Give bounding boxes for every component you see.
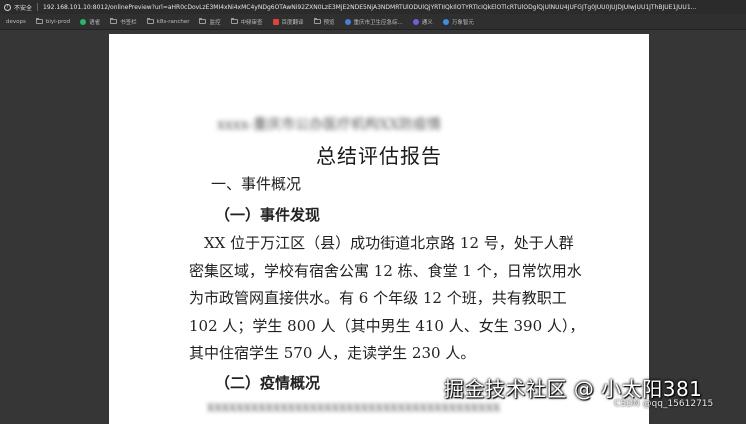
subsection-heading: （二）疫情概况 (215, 374, 321, 392)
bookmark-label: 通义 (421, 19, 433, 26)
bookmark-yuque[interactable]: 语雀 (80, 18, 100, 26)
folder-icon (199, 18, 207, 24)
folder-icon (313, 18, 321, 24)
bookmark-k8s-rancher[interactable]: k8s-rancher (146, 18, 190, 25)
document-page: xxxx-重庆市公办医疗机构XX防疫情 总结评估报告 一、事件概况 （一）事件发… (109, 34, 649, 424)
watermark-main: 掘金技术社区 @ 小太阳381 (444, 377, 703, 401)
bookmark-preview[interactable]: 预览 (313, 18, 335, 26)
warning-icon: ! (4, 3, 11, 11)
paragraph-line: XX 位于万江区（县）成功街道北京路 12 号，处于人群 (189, 234, 574, 252)
bookmark-label: k8s-rancher (156, 18, 190, 25)
folder-icon (146, 18, 154, 24)
obscured-line: xxxxxxxxxxxxxxxxxxxxxxxxxxxxxxxxxxxxxxxx (207, 400, 501, 415)
bookmark-baidu-translate[interactable]: 百度翻译 (272, 18, 304, 26)
bookmark-label: 语雀 (89, 19, 101, 26)
bookmark-devops[interactable]: devops (6, 19, 26, 25)
bookmark-label: 书签栏 (120, 19, 137, 26)
person-icon (344, 18, 351, 25)
folder-icon (110, 18, 118, 24)
bookmark-label: 万象智元 (451, 19, 474, 26)
paragraph-line: 102 人；学生 800 人（其中男生 410 人、女生 390 人）， (189, 316, 585, 335)
folder-icon (230, 18, 238, 24)
bookmark-label: devops (6, 18, 26, 25)
security-label: 不安全 (14, 4, 33, 12)
bookmark-bookmarks-folder[interactable]: 书签栏 (110, 18, 137, 26)
bookmark-label: 监控 (209, 19, 221, 26)
url-text[interactable]: 192.168.101.10:8012/onlinePreview?url=aH… (43, 4, 696, 11)
bookmark-wanxiang[interactable]: 万象智元 (442, 18, 474, 26)
baidu-translate-icon (272, 18, 279, 25)
subsection-heading: （一）事件发现 (215, 206, 321, 224)
bookmark-label: 重庆市卫生应急综... (353, 19, 403, 26)
yuque-icon (80, 18, 87, 25)
paragraph-line: 其中住宿学生 570 人，走读学生 230 人。 (189, 344, 476, 362)
bookmark-label: 百度翻译 (281, 19, 304, 26)
security-indicator[interactable]: ! 不安全 (0, 3, 32, 12)
bookmark-monitor[interactable]: 监控 (199, 18, 221, 26)
paragraph: XX 位于万江区（县）成功街道北京路 12 号，处于人群 密集区域，学校有宿舍公… (189, 230, 589, 368)
watermark-sub: CSDN @qq_15612715 (614, 399, 714, 409)
bookmarks-bar: devops biyi-prod 语雀 书签栏 k8s-rancher 监控 中… (0, 14, 746, 30)
bookmark-label: 中频审查 (240, 19, 263, 26)
bookmark-label: biyi-prod (45, 18, 71, 25)
address-bar[interactable]: ! 不安全 192.168.101.10:8012/onlinePreview?… (0, 0, 746, 14)
bookmark-health-emergency[interactable]: 重庆市卫生应急综... (344, 18, 403, 26)
document-header-obscured: xxxx-重庆市公办医疗机构XX防疫情 (217, 117, 441, 133)
divider (37, 3, 39, 11)
bookmark-tongyi[interactable]: 通义 (412, 18, 433, 26)
bookmark-review[interactable]: 中频审查 (230, 18, 263, 26)
document-title: 总结评估报告 (316, 144, 442, 168)
tongyi-icon (412, 18, 419, 25)
wanxiang-icon (442, 18, 449, 25)
folder-icon (35, 18, 43, 24)
section-heading: 一、事件概况 (211, 175, 302, 193)
paragraph-line: 为市政管网直接供水。有 6 个年级 12 个班，共有教职工 (189, 289, 567, 307)
bookmark-label: 预览 (323, 19, 335, 26)
bookmark-biyi-prod[interactable]: biyi-prod (35, 18, 71, 25)
paragraph-line: 密集区域，学校有宿舍公寓 12 栋、食堂 1 个，日常饮用水 (189, 261, 582, 280)
